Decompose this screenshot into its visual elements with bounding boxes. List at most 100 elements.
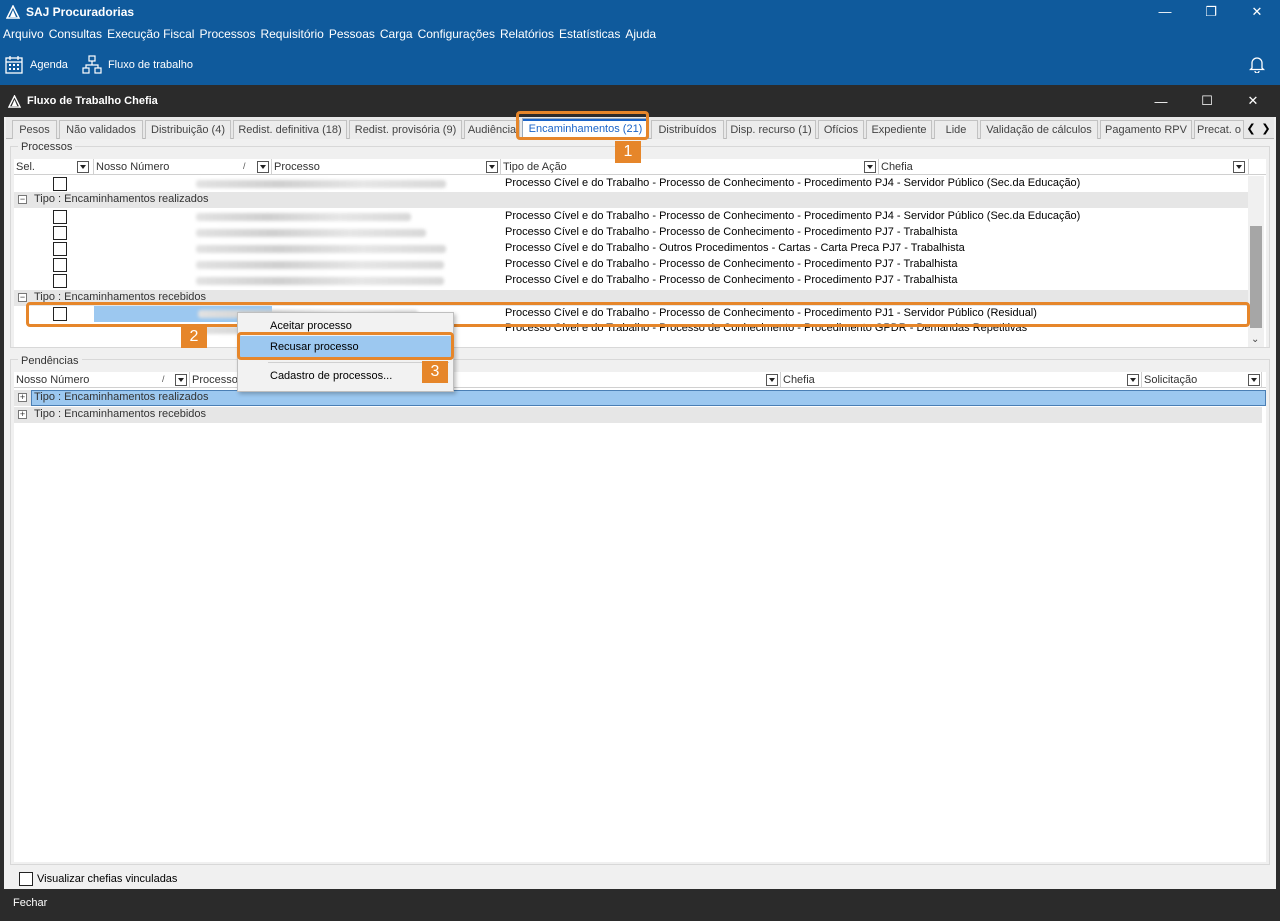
col-processo[interactable]: Processo xyxy=(272,159,501,175)
row-tipo-acao: Processo Cível e do Trabalho - Processo … xyxy=(505,177,1081,189)
menu-requisitorio[interactable]: Requisitório xyxy=(260,27,328,41)
table-row[interactable]: Processo Cível e do Trabalho - Processo … xyxy=(14,209,1248,225)
tab-distribuicao[interactable]: Distribuição (4) xyxy=(145,120,231,139)
tab-pagamento-rpv[interactable]: Pagamento RPV xyxy=(1100,120,1192,139)
row-tipo-acao: Processo Cível e do Trabalho - Outros Pr… xyxy=(505,242,965,254)
tab-distribuidos[interactable]: Distribuídos xyxy=(651,120,724,139)
pendencias-grid-header: Nosso Número / Processo Chefia Solicitaç… xyxy=(14,372,1266,388)
tab-lide[interactable]: Lide xyxy=(934,120,978,139)
close-icon[interactable]: ✕ xyxy=(1234,0,1280,23)
app-window-controls: — ❐ ✕ xyxy=(1142,0,1280,23)
group-label: Tipo : Encaminhamentos realizados xyxy=(34,193,209,205)
close-icon[interactable]: ✕ xyxy=(1230,85,1276,117)
redacted-process-number xyxy=(196,180,446,188)
callout-badge-2: 2 xyxy=(181,326,207,348)
table-row[interactable]: Processo Cível e do Trabalho - Processo … xyxy=(14,176,1248,192)
menu-bar: Arquivo Consultas Execução Fiscal Proces… xyxy=(0,23,1280,45)
menu-carga[interactable]: Carga xyxy=(380,27,418,41)
col-tipo-de-acao[interactable]: Tipo de Ação xyxy=(501,159,879,175)
restore-icon[interactable]: ❐ xyxy=(1188,0,1234,23)
redacted-process-number xyxy=(196,261,444,269)
app-titlebar: SAJ Procuradorias — ❐ ✕ xyxy=(0,0,1280,23)
tab-redist-definitiva[interactable]: Redist. definitiva (18) xyxy=(233,120,347,139)
row-checkbox[interactable] xyxy=(53,242,67,256)
expand-icon[interactable]: + xyxy=(18,410,27,419)
col-tipo-filter-icon[interactable] xyxy=(864,161,876,173)
col-chefia[interactable]: Chefia xyxy=(781,372,1142,388)
cadastro-processos-menu-item[interactable]: Cadastro de processos... xyxy=(239,365,452,387)
maximize-icon[interactable]: ☐ xyxy=(1184,85,1230,117)
redacted-process-number xyxy=(196,213,411,221)
row-checkbox[interactable] xyxy=(53,258,67,272)
sort-mark: / xyxy=(243,161,246,171)
row-tipo-acao: Processo Cível e do Trabalho - Processo … xyxy=(505,274,958,286)
col-sel-filter-icon[interactable] xyxy=(77,161,89,173)
callout-tab-highlight xyxy=(516,111,649,140)
visualizar-chefias-checkbox[interactable]: Visualizar chefias vinculadas xyxy=(19,872,177,886)
col-solicitacao-filter-icon[interactable] xyxy=(1248,374,1260,386)
window-controls: — ☐ ✕ xyxy=(1138,85,1276,117)
col-chefia-filter-icon[interactable] xyxy=(1127,374,1139,386)
scroll-down-icon[interactable]: ⌄ xyxy=(1251,334,1259,345)
fluxo-de-trabalho-button[interactable]: Fluxo de trabalho xyxy=(82,55,193,75)
minimize-icon[interactable]: — xyxy=(1138,85,1184,117)
minimize-icon[interactable]: — xyxy=(1142,0,1188,23)
calendar-icon xyxy=(5,56,23,74)
col-nosso-numero-filter-icon[interactable] xyxy=(257,161,269,173)
redacted-process-number xyxy=(196,245,446,253)
row-checkbox[interactable] xyxy=(53,274,67,288)
table-row[interactable]: Processo Cível e do Trabalho - Processo … xyxy=(14,225,1248,241)
tab-oficios[interactable]: Ofícios xyxy=(818,120,864,139)
tab-validacao-calculos[interactable]: Validação de cálculos xyxy=(980,120,1098,139)
pendencias-group-realizados[interactable]: + Tipo : Encaminhamentos realizados xyxy=(14,390,1266,406)
bell-icon[interactable] xyxy=(1249,55,1265,73)
menu-relatorios[interactable]: Relatórios xyxy=(500,27,559,41)
expand-icon[interactable]: + xyxy=(18,393,27,402)
tab-disp-recurso[interactable]: Disp. recurso (1) xyxy=(726,120,816,139)
menu-estatisticas[interactable]: Estatísticas xyxy=(559,27,625,41)
fluxo-de-trabalho-label: Fluxo de trabalho xyxy=(107,59,193,71)
menu-consultas[interactable]: Consultas xyxy=(49,27,107,41)
fechar-button[interactable]: Fechar xyxy=(13,897,47,909)
table-row[interactable]: Processo Cível e do Trabalho - Outros Pr… xyxy=(14,241,1248,257)
menu-configuracoes[interactable]: Configurações xyxy=(418,27,500,41)
menu-pessoas[interactable]: Pessoas xyxy=(329,27,380,41)
tab-redist-provisoria[interactable]: Redist. provisória (9) xyxy=(349,120,462,139)
col-chefia[interactable]: Chefia xyxy=(879,159,1249,175)
row-checkbox[interactable] xyxy=(53,210,67,224)
table-row[interactable]: Processo Cível e do Trabalho - Processo … xyxy=(14,257,1248,273)
tab-pesos[interactable]: Pesos xyxy=(12,120,57,139)
menu-arquivo[interactable]: Arquivo xyxy=(3,27,49,41)
callout-menu-highlight xyxy=(237,332,454,360)
col-processo-filter-icon[interactable] xyxy=(486,161,498,173)
tab-nao-validados[interactable]: Não validados xyxy=(59,120,143,139)
col-solicitacao[interactable]: Solicitação xyxy=(1142,372,1262,388)
group-row-realizados[interactable]: − Tipo : Encaminhamentos realizados xyxy=(14,192,1248,208)
scroll-thumb[interactable] xyxy=(1250,226,1262,328)
checkbox-box[interactable] xyxy=(19,872,33,886)
group-label: Tipo : Encaminhamentos realizados xyxy=(34,391,209,403)
tab-precat[interactable]: Precat. o xyxy=(1194,120,1244,139)
tab-expediente[interactable]: Expediente xyxy=(866,120,932,139)
col-nosso-numero-filter-icon[interactable] xyxy=(175,374,187,386)
pendencias-group-recebidos[interactable]: + Tipo : Encaminhamentos recebidos xyxy=(14,407,1262,423)
processos-scrollbar[interactable]: ⌄ xyxy=(1248,176,1264,347)
col-processo-filter-icon[interactable] xyxy=(766,374,778,386)
collapse-icon[interactable]: − xyxy=(18,195,27,204)
col-chefia-filter-icon[interactable] xyxy=(1233,161,1245,173)
collapse-icon[interactable]: − xyxy=(18,293,27,302)
tab-audiencia[interactable]: Audiência xyxy=(464,120,520,139)
callout-row-highlight xyxy=(26,302,1250,327)
menu-ajuda[interactable]: Ajuda xyxy=(625,27,661,41)
agenda-button[interactable]: Agenda xyxy=(4,55,68,75)
tab-scroll-right-icon[interactable]: ❯ xyxy=(1259,121,1273,135)
tab-scroll-left-icon[interactable]: ❮ xyxy=(1244,121,1258,135)
row-tipo-acao: Processo Cível e do Trabalho - Processo … xyxy=(505,226,958,238)
row-checkbox[interactable] xyxy=(53,177,67,191)
menu-processos[interactable]: Processos xyxy=(199,27,260,41)
callout-badge-3: 3 xyxy=(422,361,448,383)
table-row[interactable]: Processo Cível e do Trabalho - Processo … xyxy=(14,273,1248,289)
row-checkbox[interactable] xyxy=(53,226,67,240)
menu-execucao-fiscal[interactable]: Execução Fiscal xyxy=(107,27,199,41)
checkbox-label: Visualizar chefias vinculadas xyxy=(37,873,178,885)
